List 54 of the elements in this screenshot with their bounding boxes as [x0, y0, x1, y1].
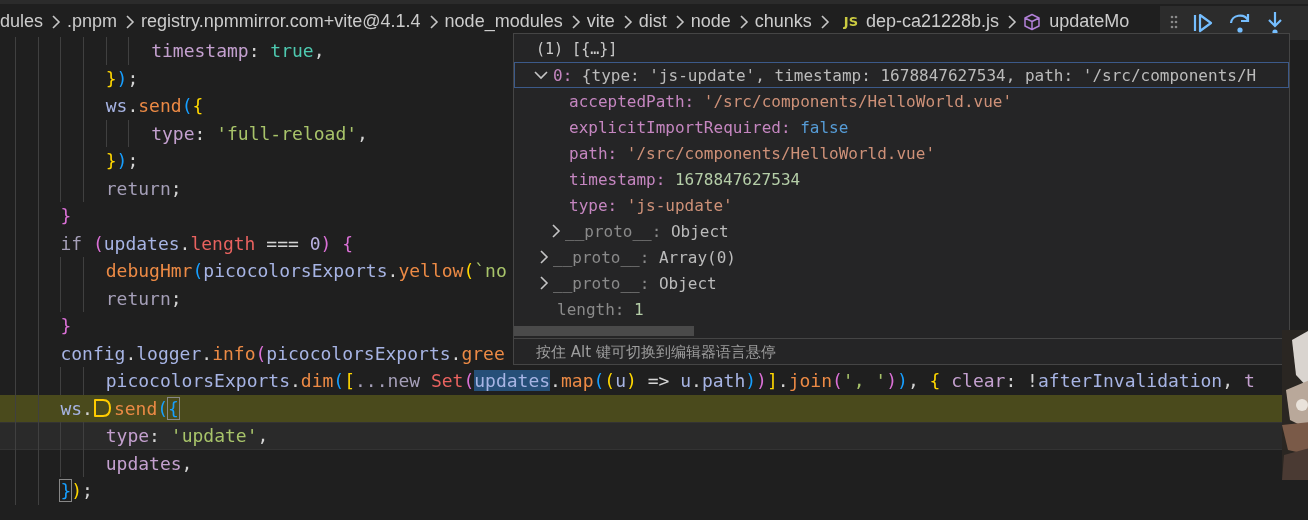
- hover-hint-text: 按住 Alt 键可切换到编辑器语言悬停: [536, 343, 776, 361]
- breadcrumb-item[interactable]: registry.npmmirror.com+vite@4.1.4: [141, 11, 421, 32]
- tree-row[interactable]: type: 'js-update': [532, 192, 1289, 218]
- chevron-right-icon[interactable]: [549, 223, 561, 239]
- code-text: return;: [105, 286, 182, 311]
- code-text: });: [60, 479, 93, 503]
- code-text: ws.: [60, 396, 93, 421]
- code-text: config.logger.info(picocolorsExports.gree: [60, 341, 505, 366]
- breadcrumb-item[interactable]: vite: [586, 11, 615, 32]
- step-over-icon[interactable]: [1228, 11, 1252, 35]
- breadcrumb-item[interactable]: chunks: [754, 11, 812, 32]
- code-text: });: [105, 149, 139, 173]
- code-text: ws.send({: [105, 94, 204, 118]
- hover-header-text: (1) [{…}]: [535, 39, 618, 60]
- tree-row[interactable]: __proto__: Array(0): [532, 244, 1289, 270]
- cube-icon: [1023, 12, 1042, 31]
- tree-row[interactable]: acceptedPath: '/src/components/HelloWorld.vue': [532, 88, 1289, 114]
- chevron-right-icon: [49, 13, 62, 30]
- breadcrumb-item[interactable]: updateMo: [1023, 11, 1130, 32]
- chevron-right-icon: [1005, 13, 1018, 30]
- tree-row[interactable]: timestamp: 1678847627534: [532, 166, 1289, 192]
- breadcrumb-item[interactable]: dist: [638, 11, 667, 32]
- code-text: timestamp: true,: [151, 39, 325, 63]
- code-text: type: 'update',: [105, 424, 269, 448]
- tree-row[interactable]: __proto__: Object: [532, 270, 1289, 296]
- breadcrumb-item[interactable]: dules: [0, 11, 44, 32]
- code-text: return;: [105, 176, 182, 201]
- code-text: debugHmr(picocolorsExports.yellow(`no: [105, 259, 507, 283]
- code-text: });: [105, 66, 139, 91]
- chevron-right-icon[interactable]: [537, 275, 549, 291]
- code-text: }: [60, 314, 72, 338]
- code-text: send({: [113, 396, 179, 421]
- gripper-icon[interactable]: [1170, 15, 1178, 31]
- breadcrumb-item[interactable]: node: [690, 11, 731, 32]
- chevron-right-icon: [123, 13, 136, 30]
- frame-marker-icon: [92, 398, 113, 419]
- breadcrumb-item[interactable]: .pnpm: [67, 11, 118, 32]
- breadcrumb-item[interactable]: node_modules: [444, 11, 563, 32]
- tree-row[interactable]: path: '/src/components/HelloWorld.vue': [532, 140, 1289, 166]
- breadcrumb-item[interactable]: JS dep-ca21228b.js: [835, 11, 1000, 32]
- code-text: type: 'full-reload',: [151, 121, 368, 146]
- tree-row[interactable]: length: 1: [532, 296, 1289, 322]
- scrollbar-thumb[interactable]: [514, 326, 694, 336]
- code-text: updates,: [105, 451, 193, 476]
- js-file-icon: JS: [843, 14, 858, 29]
- step-into-icon[interactable]: [1266, 11, 1284, 35]
- tree-row[interactable]: 0: {type: 'js-update', timestamp: 1678847627534, path: '/src/components/H: [514, 62, 1289, 88]
- continue-icon[interactable]: [1192, 12, 1214, 34]
- code-text: picocolorsExports.dim([...new Set(updates.map((u) => u.path))].join(', ')), { clear: !afterInvalidation, t: [105, 369, 1255, 393]
- tree-row[interactable]: __proto__: Object: [532, 218, 1289, 244]
- code-text: }: [60, 204, 72, 228]
- chevron-right-icon[interactable]: [537, 249, 549, 265]
- code-text: if (updates.length === 0) {: [60, 231, 354, 256]
- tree-row[interactable]: explicitImportRequired: false: [532, 114, 1289, 140]
